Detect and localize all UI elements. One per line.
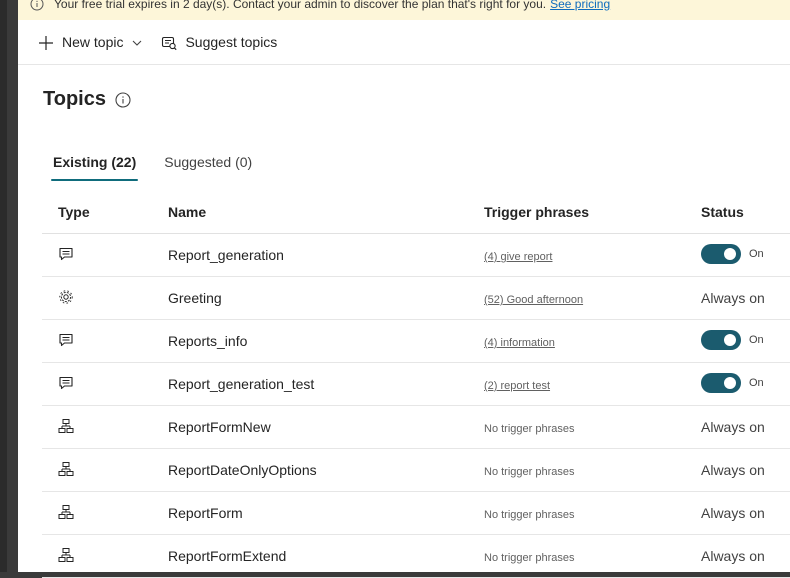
- toggle-switch[interactable]: [701, 372, 741, 393]
- toggle-knob: [724, 376, 736, 389]
- header-type[interactable]: Type: [42, 191, 168, 234]
- toggle-label: On: [749, 376, 764, 389]
- chat-icon: [58, 375, 74, 394]
- cell-type: [42, 491, 168, 535]
- no-trigger-text: No trigger phrases: [484, 466, 575, 478]
- topic-tabs: Existing (22) Suggested (0): [43, 150, 262, 184]
- cell-type: [42, 362, 168, 406]
- status-text: Always on: [701, 462, 765, 478]
- status-text: Always on: [701, 505, 765, 521]
- flow-icon: [58, 418, 74, 437]
- cell-type: [42, 319, 168, 363]
- status-toggle[interactable]: On: [701, 243, 764, 264]
- chat-icon: [58, 246, 74, 265]
- table-row[interactable]: Reports_info (4) information On: [42, 319, 790, 363]
- cell-status: Always on: [701, 491, 790, 535]
- toggle-knob: [724, 333, 736, 346]
- cell-type: [42, 448, 168, 492]
- cell-trigger-phrases: (4) information: [484, 319, 701, 363]
- cell-status: Always on: [701, 534, 790, 578]
- topics-table: Type Name Trigger phrases Status Report_…: [42, 191, 790, 578]
- gear-icon: [58, 289, 74, 308]
- cell-type: [42, 405, 168, 449]
- cell-status: On: [701, 362, 790, 406]
- see-pricing-link[interactable]: See pricing: [550, 0, 610, 11]
- status-text: Always on: [701, 548, 765, 564]
- topic-name[interactable]: Greeting: [168, 276, 484, 320]
- cell-trigger-phrases: No trigger phrases: [484, 534, 701, 578]
- trigger-phrases-link[interactable]: (4) information: [484, 337, 555, 349]
- cell-type: [42, 233, 168, 277]
- flow-icon: [58, 504, 74, 523]
- no-trigger-text: No trigger phrases: [484, 423, 575, 435]
- no-trigger-text: No trigger phrases: [484, 552, 575, 564]
- trigger-phrases-link[interactable]: (52) Good afternoon: [484, 294, 583, 306]
- header-status[interactable]: Status: [701, 191, 790, 234]
- title-row: Topics: [43, 88, 131, 111]
- cell-trigger-phrases: No trigger phrases: [484, 448, 701, 492]
- trial-banner: Your free trial expires in 2 day(s). Con…: [18, 0, 790, 20]
- topic-name[interactable]: Report_generation: [168, 233, 484, 277]
- cell-status: On: [701, 233, 790, 277]
- header-trigger-phrases[interactable]: Trigger phrases: [484, 191, 701, 234]
- cell-trigger-phrases: (4) give report: [484, 233, 701, 277]
- table-row[interactable]: ReportDateOnlyOptions No trigger phrases A…: [42, 448, 790, 492]
- cell-trigger-phrases: No trigger phrases: [484, 405, 701, 449]
- suggest-topics-label: Suggest topics: [185, 33, 278, 50]
- cell-trigger-phrases: No trigger phrases: [484, 491, 701, 535]
- tab-existing[interactable]: Existing (22): [43, 150, 146, 184]
- status-toggle[interactable]: On: [701, 372, 764, 393]
- info-icon[interactable]: [115, 91, 131, 108]
- status-toggle[interactable]: On: [701, 329, 764, 350]
- table-row[interactable]: ReportForm No trigger phrases Always on: [42, 491, 790, 535]
- trigger-phrases-link[interactable]: (2) report test: [484, 380, 550, 392]
- banner-text: Your free trial expires in 2 day(s). Con…: [54, 0, 547, 11]
- toggle-switch[interactable]: [701, 243, 741, 264]
- table-header-row: Type Name Trigger phrases Status: [42, 191, 790, 234]
- table-row[interactable]: Greeting (52) Good afternoon Always on: [42, 276, 790, 320]
- page-title: Topics: [43, 88, 106, 110]
- info-icon: [30, 0, 44, 11]
- cell-status: Always on: [701, 448, 790, 492]
- command-bar: New topic Suggest topics: [18, 20, 790, 65]
- toggle-label: On: [749, 247, 764, 260]
- status-text: Always on: [701, 290, 765, 306]
- suggest-topics-button[interactable]: Suggest topics: [161, 33, 277, 50]
- tab-suggested[interactable]: Suggested (0): [154, 150, 262, 184]
- plus-icon: [38, 33, 54, 50]
- cell-type: [42, 276, 168, 320]
- topic-name[interactable]: Report_generation_test: [168, 362, 484, 406]
- cell-status: Always on: [701, 405, 790, 449]
- cell-trigger-phrases: (2) report test: [484, 362, 701, 406]
- cell-trigger-phrases: (52) Good afternoon: [484, 276, 701, 320]
- new-topic-button[interactable]: New topic: [38, 33, 143, 50]
- topic-name[interactable]: ReportDateOnlyOptions: [168, 448, 484, 492]
- cell-status: Always on: [701, 276, 790, 320]
- cell-status: On: [701, 319, 790, 363]
- table-row[interactable]: Report_generation_test (2) report test On: [42, 362, 790, 406]
- topic-name[interactable]: Reports_info: [168, 319, 484, 363]
- window-edge: [0, 0, 7, 572]
- chat-icon: [58, 332, 74, 351]
- flow-icon: [58, 461, 74, 480]
- table-row[interactable]: ReportFormExtend No trigger phrases Always…: [42, 534, 790, 578]
- topic-name[interactable]: ReportForm: [168, 491, 484, 535]
- status-text: Always on: [701, 419, 765, 435]
- topic-name[interactable]: ReportFormExtend: [168, 534, 484, 578]
- no-trigger-text: No trigger phrases: [484, 509, 575, 521]
- table-row[interactable]: ReportFormNew No trigger phrases Always on: [42, 405, 790, 449]
- new-topic-label: New topic: [62, 33, 124, 50]
- suggest-icon: [161, 33, 178, 50]
- chevron-down-icon[interactable]: [131, 34, 143, 50]
- header-name[interactable]: Name: [168, 191, 484, 234]
- flow-icon: [58, 547, 74, 566]
- toggle-label: On: [749, 333, 764, 346]
- table-row[interactable]: Report_generation (4) give report On: [42, 233, 790, 277]
- toggle-knob: [724, 247, 736, 260]
- toggle-switch[interactable]: [701, 329, 741, 350]
- cell-type: [42, 534, 168, 578]
- topic-name[interactable]: ReportFormNew: [168, 405, 484, 449]
- trigger-phrases-link[interactable]: (4) give report: [484, 251, 552, 263]
